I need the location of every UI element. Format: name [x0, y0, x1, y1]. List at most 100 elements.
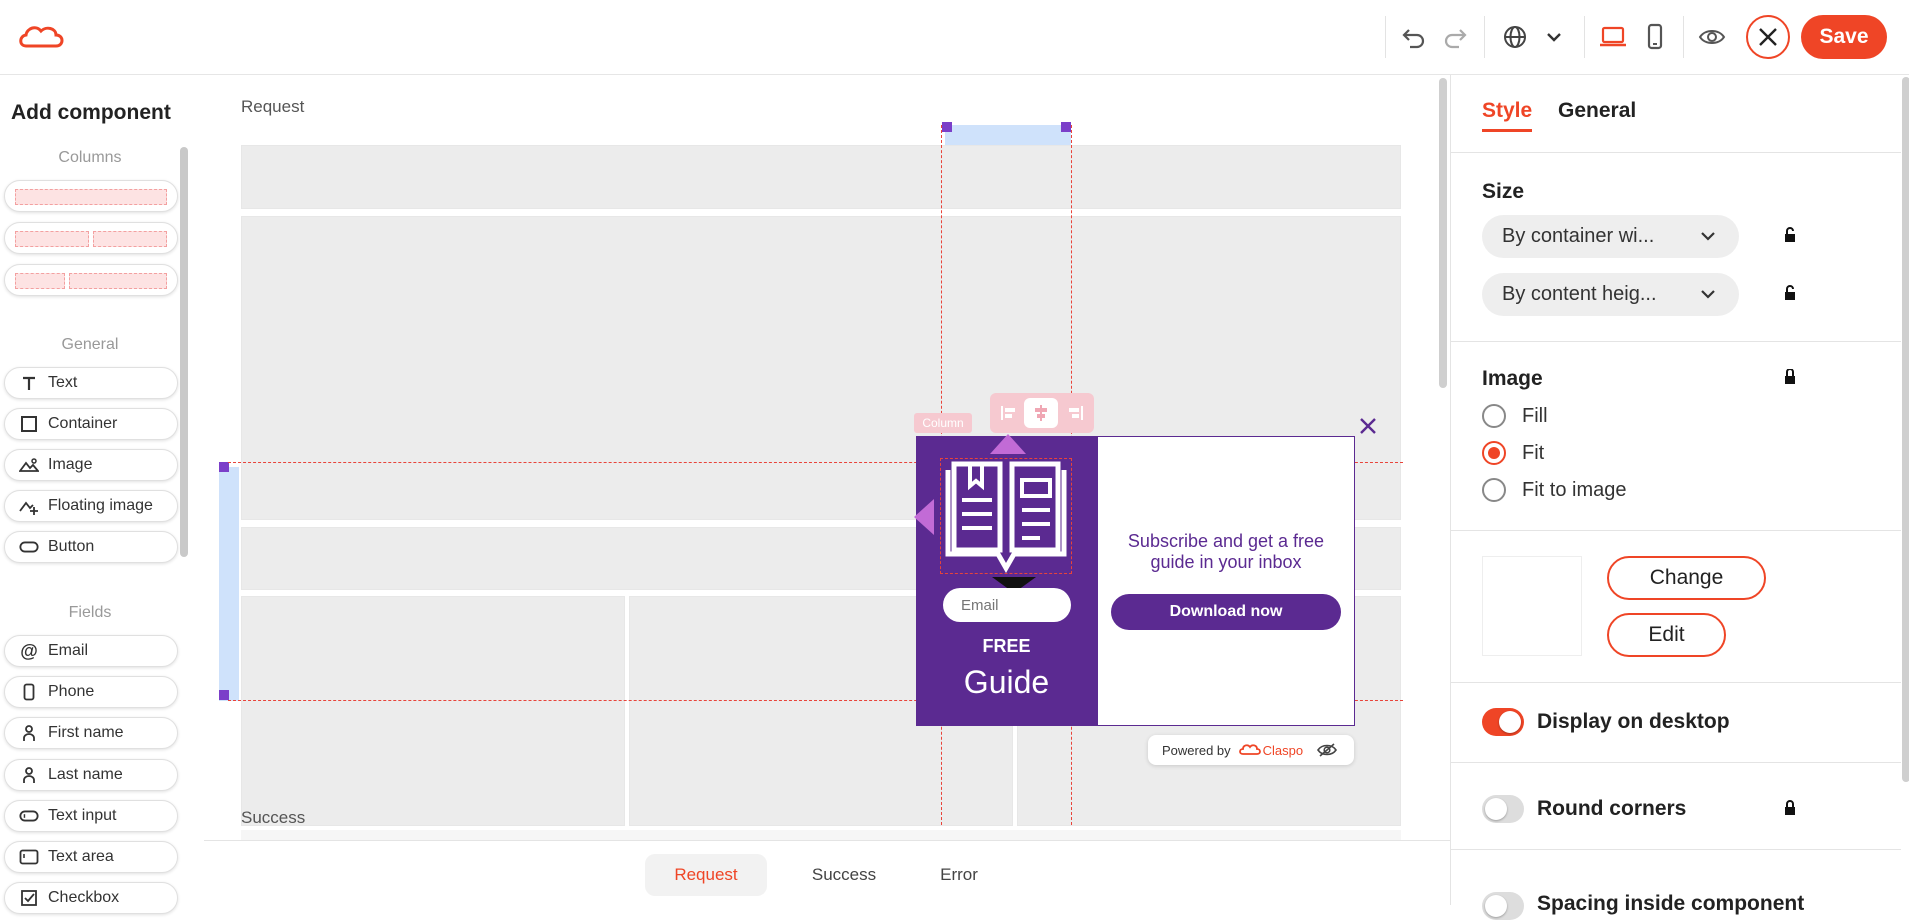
popup-close-icon[interactable] [1357, 415, 1379, 437]
spacing-inside-label: Spacing inside component [1537, 892, 1805, 915]
spacing-inside-toggle[interactable] [1482, 892, 1524, 920]
placeholder-block [241, 596, 625, 826]
popup-download-button[interactable]: Download now [1111, 594, 1341, 630]
component-text[interactable]: Text [4, 367, 178, 399]
radio-fit[interactable]: Fit [1482, 439, 1544, 467]
powered-by-badge[interactable]: Powered by Claspo [1148, 735, 1354, 765]
lock-icon[interactable] [1783, 285, 1797, 301]
chevron-down-icon [1699, 229, 1717, 243]
field-text-area[interactable]: Text area [4, 841, 178, 873]
corner-handle[interactable] [219, 690, 229, 700]
column-layout-1[interactable] [4, 180, 178, 212]
field-phone[interactable]: Phone [4, 676, 178, 708]
align-right-icon[interactable] [1062, 400, 1088, 426]
component-label: Email [48, 642, 89, 659]
text-icon [19, 375, 39, 391]
column-preview [69, 273, 167, 289]
logo-icon[interactable] [18, 22, 66, 52]
book-icon[interactable] [940, 458, 1072, 576]
popup-email-input[interactable] [943, 588, 1071, 622]
corner-handle[interactable] [942, 122, 952, 132]
save-button[interactable]: Save [1801, 15, 1887, 59]
container-icon [19, 415, 39, 433]
panel-scrollbar[interactable] [1902, 77, 1909, 782]
general-section-label: General [61, 336, 119, 353]
height-mode-value: By content heig... [1502, 283, 1657, 305]
tab-success[interactable]: Success [794, 854, 894, 896]
popup-right-column[interactable] [1097, 436, 1355, 726]
sidebar-scrollbar[interactable] [180, 147, 188, 557]
canvas-scrollbar[interactable] [1439, 78, 1447, 388]
mobile-icon[interactable] [1636, 18, 1674, 56]
column-layout-3[interactable] [4, 264, 178, 296]
width-mode-select[interactable]: By container wi... [1482, 215, 1739, 258]
resize-handle-left[interactable] [219, 467, 239, 701]
radio-button[interactable] [1482, 441, 1506, 465]
align-left-icon[interactable] [996, 400, 1022, 426]
field-email[interactable]: @ Email [4, 635, 178, 667]
field-text-input[interactable]: Text input [4, 800, 178, 832]
close-editor-button[interactable] [1746, 15, 1790, 59]
image-preview [1482, 556, 1582, 656]
field-checkbox[interactable]: Checkbox [4, 882, 178, 914]
divider [1451, 341, 1901, 342]
align-center-icon[interactable] [1024, 398, 1058, 428]
round-corners-toggle[interactable] [1482, 795, 1524, 823]
tab-request[interactable]: Request [645, 854, 767, 896]
column-preview [15, 273, 65, 289]
divider [1451, 762, 1901, 763]
display-desktop-toggle[interactable] [1482, 708, 1524, 736]
width-mode-value: By container wi... [1502, 225, 1655, 247]
height-mode-select[interactable]: By content heig... [1482, 273, 1739, 316]
lock-icon[interactable] [1783, 368, 1797, 385]
component-container[interactable]: Container [4, 408, 178, 440]
popup-free-label: FREE [982, 636, 1031, 656]
brand-label: Claspo [1262, 742, 1304, 758]
component-label: First name [48, 724, 124, 741]
button-icon [19, 540, 39, 554]
component-button[interactable]: Button [4, 531, 178, 563]
placeholder-block [241, 145, 1401, 209]
radio-fill[interactable]: Fill [1482, 402, 1548, 430]
corner-handle[interactable] [219, 462, 229, 472]
undo-icon[interactable] [1395, 18, 1433, 56]
resize-handle-top[interactable] [945, 125, 1071, 145]
field-first-name[interactable]: First name [4, 717, 178, 749]
tab-style[interactable]: Style [1482, 99, 1533, 132]
tab-general[interactable]: General [1558, 99, 1636, 123]
corner-handle[interactable] [1061, 122, 1071, 132]
globe-icon[interactable] [1496, 18, 1534, 56]
radio-label: Fit [1522, 441, 1545, 464]
at-icon: @ [20, 640, 38, 661]
hide-eye-icon[interactable] [1317, 742, 1338, 758]
component-label: Container [48, 415, 118, 432]
radio-button[interactable] [1482, 478, 1506, 502]
desktop-icon[interactable] [1594, 18, 1632, 56]
divider [1451, 682, 1901, 683]
properties-panel: Style General Size By container wi... By… [1450, 75, 1909, 920]
field-last-name[interactable]: Last name [4, 759, 178, 791]
move-left-arrow-icon[interactable] [914, 499, 934, 535]
lock-icon[interactable] [1783, 800, 1797, 816]
toolbar-divider [1683, 16, 1684, 58]
component-image[interactable]: Image [4, 449, 178, 481]
divider [1451, 152, 1901, 153]
lock-icon[interactable] [1783, 227, 1797, 243]
component-label: Text [48, 374, 78, 391]
radio-fit-to-image[interactable]: Fit to image [1482, 476, 1626, 504]
change-image-button[interactable]: Change [1607, 556, 1766, 600]
component-label: Checkbox [48, 889, 120, 906]
edit-image-button[interactable]: Edit [1607, 613, 1726, 657]
eye-icon[interactable] [1693, 18, 1731, 56]
radio-button[interactable] [1482, 404, 1506, 428]
tab-error[interactable]: Error [919, 854, 999, 896]
column-preview [93, 231, 167, 247]
chevron-down-icon[interactable] [1535, 18, 1573, 56]
component-label: Text input [48, 807, 117, 824]
column-layout-2[interactable] [4, 222, 178, 254]
component-floating-image[interactable]: Floating image [4, 490, 178, 522]
divider [1451, 530, 1901, 531]
redo-icon[interactable] [1436, 18, 1474, 56]
move-up-arrow-icon[interactable] [990, 434, 1026, 454]
size-section-title: Size [1482, 180, 1525, 203]
